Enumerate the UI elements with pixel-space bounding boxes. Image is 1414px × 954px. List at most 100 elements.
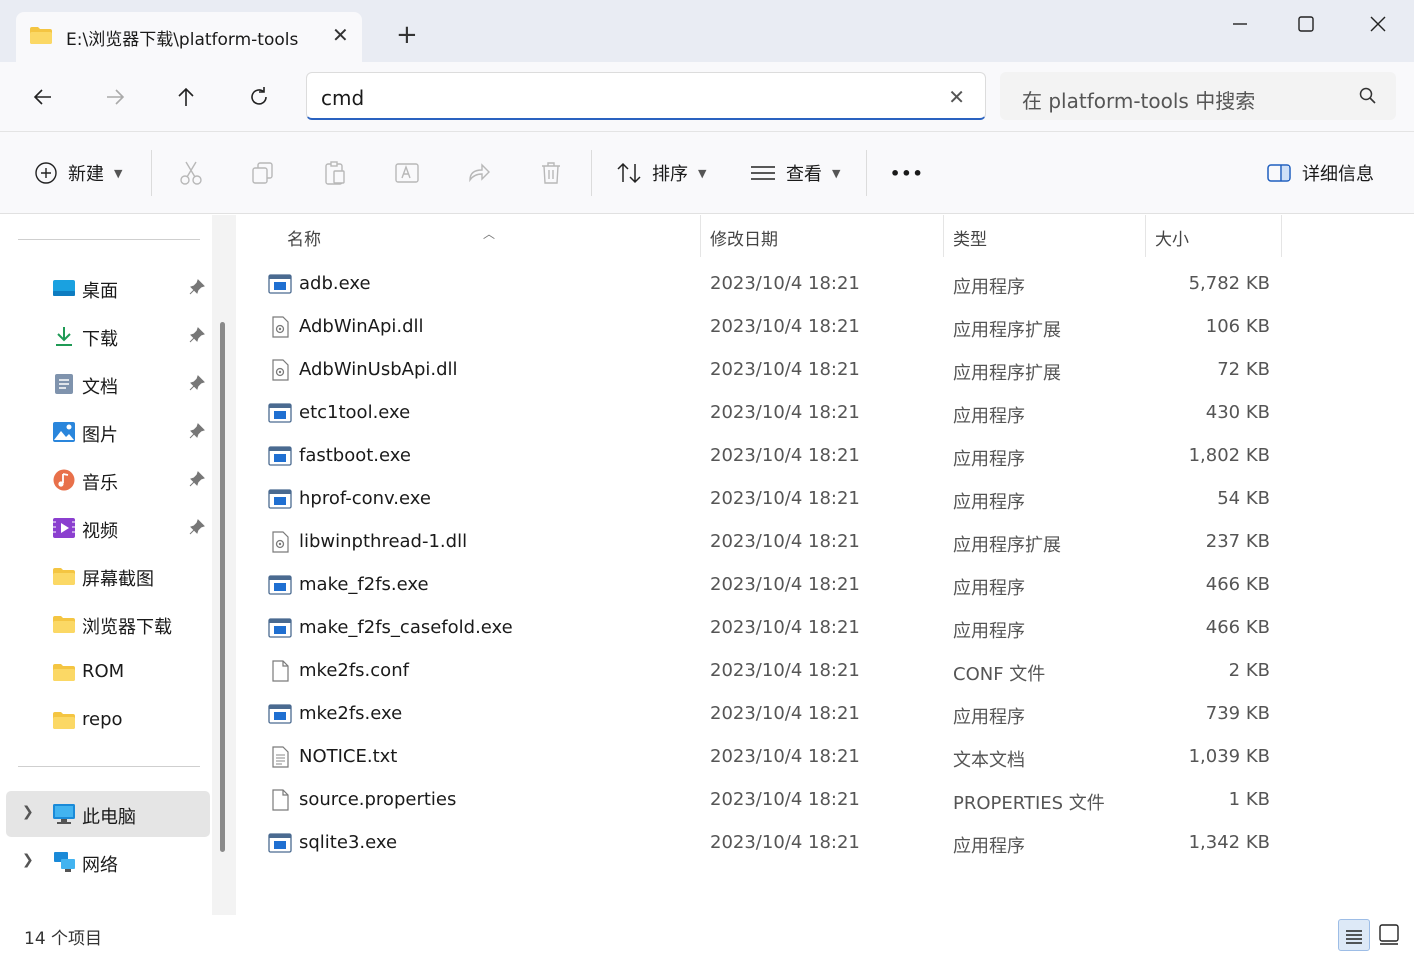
chevron-right-icon[interactable]: ❯ [22, 804, 34, 820]
file-name[interactable]: adb.exe [299, 273, 371, 294]
pin-icon[interactable] [188, 278, 206, 296]
chevron-right-icon[interactable]: ❯ [22, 852, 34, 868]
column-divider[interactable] [1281, 215, 1282, 257]
table-row[interactable]: mke2fs.conf 2023/10/4 18:21 CONF 文件 2 KB [240, 649, 1414, 692]
details-pane-button[interactable]: 详细信息 [1266, 158, 1374, 188]
file-name[interactable]: libwinpthread-1.dll [299, 531, 467, 552]
file-date: 2023/10/4 18:21 [710, 488, 860, 509]
navigation-bar: cmd ✕ 在 platform-tools 中搜索 [0, 62, 1414, 132]
thumbnail-view-button[interactable] [1374, 919, 1406, 951]
maximize-button[interactable] [1286, 10, 1326, 38]
sidebar-item-repo[interactable]: repo [0, 697, 210, 743]
tab-close-icon[interactable]: ✕ [332, 23, 349, 47]
column-header-name[interactable]: 名称 [287, 225, 321, 250]
address-input[interactable]: cmd [321, 86, 364, 110]
sidebar-item-rom[interactable]: ROM [0, 649, 210, 695]
share-icon[interactable] [466, 160, 492, 186]
file-date: 2023/10/4 18:21 [710, 402, 860, 423]
clear-address-icon[interactable]: ✕ [948, 85, 965, 109]
exe-file-icon [268, 617, 292, 639]
table-row[interactable]: mke2fs.exe 2023/10/4 18:21 应用程序 739 KB [240, 692, 1414, 735]
column-header-type[interactable]: 类型 [953, 225, 987, 250]
file-name[interactable]: AdbWinApi.dll [299, 316, 424, 337]
table-row[interactable]: adb.exe 2023/10/4 18:21 应用程序 5,782 KB [240, 262, 1414, 305]
file-date: 2023/10/4 18:21 [710, 789, 860, 810]
close-window-button[interactable] [1358, 10, 1398, 38]
divider [18, 239, 200, 240]
folder-icon [30, 27, 52, 44]
table-row[interactable]: make_f2fs_casefold.exe 2023/10/4 18:21 应用程… [240, 606, 1414, 649]
table-row[interactable]: source.properties 2023/10/4 18:21 PROPERTI… [240, 778, 1414, 821]
address-bar[interactable]: cmd ✕ [306, 72, 986, 120]
dll-file-icon [268, 531, 292, 553]
thumbnail-view-icon [1379, 924, 1399, 945]
more-options-button[interactable]: ••• [890, 158, 924, 188]
sidebar-item-documents[interactable]: 文档 [0, 361, 210, 407]
file-name[interactable]: sqlite3.exe [299, 832, 397, 853]
sidebar-item-network[interactable]: ❯ 网络 [0, 839, 210, 885]
column-divider[interactable] [1145, 215, 1146, 257]
table-row[interactable]: make_f2fs.exe 2023/10/4 18:21 应用程序 466 KB [240, 563, 1414, 606]
search-box[interactable]: 在 platform-tools 中搜索 [1000, 72, 1396, 120]
refresh-button[interactable] [242, 80, 276, 114]
sidebar-item-music[interactable]: 音乐 [0, 457, 210, 503]
table-row[interactable]: AdbWinUsbApi.dll 2023/10/4 18:21 应用程序扩展 72 … [240, 348, 1414, 391]
delete-icon[interactable] [538, 160, 564, 186]
pin-icon[interactable] [188, 374, 206, 392]
file-date: 2023/10/4 18:21 [710, 660, 860, 681]
file-name[interactable]: mke2fs.exe [299, 703, 402, 724]
back-button[interactable] [26, 80, 60, 114]
up-button[interactable] [169, 80, 203, 114]
column-divider[interactable] [700, 215, 701, 257]
tab-platform-tools[interactable]: E:\浏览器下载\platform-tools ✕ [16, 12, 362, 62]
exe-file-icon [268, 703, 292, 725]
file-name[interactable]: NOTICE.txt [299, 746, 397, 767]
sidebar-item-screenshots[interactable]: 屏幕截图 [0, 553, 210, 599]
close-icon [1370, 16, 1386, 32]
sidebar-item-this-pc[interactable]: ❯ 此电脑 [6, 791, 210, 837]
sidebar-item-pictures[interactable]: 图片 [0, 409, 210, 455]
sidebar-item-downloads[interactable]: 下载 [0, 313, 210, 359]
forward-button[interactable] [98, 80, 132, 114]
pin-icon[interactable] [188, 470, 206, 488]
table-row[interactable]: sqlite3.exe 2023/10/4 18:21 应用程序 1,342 KB [240, 821, 1414, 864]
view-button[interactable]: 查看 ▼ [750, 158, 840, 188]
file-name[interactable]: make_f2fs_casefold.exe [299, 617, 513, 638]
column-header-date[interactable]: 修改日期 [710, 225, 778, 250]
exe-file-icon [268, 273, 292, 295]
new-button[interactable]: 新建 ▼ [34, 158, 122, 188]
pin-icon[interactable] [188, 326, 206, 344]
file-size: 1 KB [1228, 789, 1270, 810]
pin-icon[interactable] [188, 422, 206, 440]
column-header-size[interactable]: 大小 [1155, 225, 1189, 250]
sidebar-item-videos[interactable]: 视频 [0, 505, 210, 551]
view-label: 查看 [786, 164, 822, 185]
table-row[interactable]: hprof-conv.exe 2023/10/4 18:21 应用程序 54 KB [240, 477, 1414, 520]
file-name[interactable]: AdbWinUsbApi.dll [299, 359, 458, 380]
table-row[interactable]: fastboot.exe 2023/10/4 18:21 应用程序 1,802 KB [240, 434, 1414, 477]
new-tab-button[interactable]: + [396, 20, 418, 50]
file-name[interactable]: fastboot.exe [299, 445, 411, 466]
pin-icon[interactable] [188, 518, 206, 536]
cut-icon[interactable] [178, 160, 204, 186]
file-name[interactable]: source.properties [299, 789, 456, 810]
table-row[interactable]: libwinpthread-1.dll 2023/10/4 18:21 应用程序扩展… [240, 520, 1414, 563]
chevron-down-icon: ▼ [698, 166, 707, 180]
table-row[interactable]: AdbWinApi.dll 2023/10/4 18:21 应用程序扩展 106 KB [240, 305, 1414, 348]
file-name[interactable]: etc1tool.exe [299, 402, 410, 423]
details-view-button[interactable] [1338, 919, 1370, 951]
sidebar-scrollbar[interactable] [220, 322, 225, 852]
table-row[interactable]: etc1tool.exe 2023/10/4 18:21 应用程序 430 KB [240, 391, 1414, 434]
table-row[interactable]: NOTICE.txt 2023/10/4 18:21 文本文档 1,039 KB [240, 735, 1414, 778]
sidebar-item-desktop[interactable]: 桌面 [0, 265, 210, 311]
rename-icon[interactable] [394, 160, 420, 186]
paste-icon[interactable] [322, 160, 348, 186]
file-name[interactable]: mke2fs.conf [299, 660, 409, 681]
sort-button[interactable]: 排序 ▼ [616, 158, 706, 188]
copy-icon[interactable] [250, 160, 276, 186]
file-name[interactable]: make_f2fs.exe [299, 574, 429, 595]
sidebar-item-browser-downloads[interactable]: 浏览器下载 [0, 601, 210, 647]
file-name[interactable]: hprof-conv.exe [299, 488, 431, 509]
minimize-button[interactable] [1220, 10, 1260, 38]
column-divider[interactable] [943, 215, 944, 257]
